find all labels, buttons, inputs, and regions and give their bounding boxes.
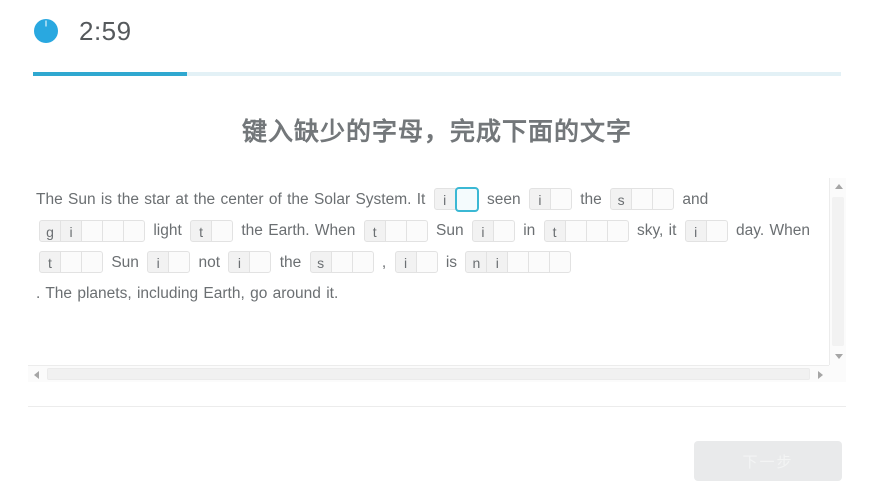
cloze-text-run: , bbox=[381, 253, 387, 271]
cloze-text-run: in bbox=[523, 222, 536, 240]
letter-hint-cell: s bbox=[309, 251, 332, 274]
scroll-right-button[interactable] bbox=[812, 366, 829, 383]
letter-input-group[interactable]: gi bbox=[39, 215, 145, 246]
letter-input-cell[interactable] bbox=[585, 219, 608, 242]
letter-input-cell[interactable] bbox=[351, 251, 374, 274]
letter-input-group[interactable]: ni bbox=[465, 246, 572, 277]
cloze-scroll-area: The Sun is the star at the center of the… bbox=[28, 178, 828, 364]
letter-input-group[interactable]: s bbox=[309, 246, 374, 277]
letter-input-cell[interactable] bbox=[211, 219, 234, 242]
letter-input-cell[interactable] bbox=[330, 251, 353, 274]
letter-input-cell[interactable] bbox=[492, 219, 515, 242]
cloze-text-run: not bbox=[198, 253, 221, 271]
letter-input-cell[interactable] bbox=[60, 251, 82, 274]
scroll-down-button[interactable] bbox=[830, 348, 847, 365]
arrow-down-icon bbox=[834, 354, 843, 359]
letter-hint-cell: t bbox=[363, 219, 386, 242]
letter-input-group[interactable]: i bbox=[528, 183, 572, 214]
cloze-text-run: is bbox=[445, 253, 458, 271]
cloze-text-run: day. bbox=[736, 222, 765, 240]
letter-input-cell[interactable] bbox=[606, 219, 629, 242]
letter-hint-cell: i bbox=[684, 219, 707, 242]
letter-hint-cell: i bbox=[60, 219, 82, 242]
arrow-left-icon bbox=[34, 370, 39, 379]
letter-hint-cell: s bbox=[610, 188, 633, 211]
letter-hint-cell: i bbox=[394, 251, 417, 274]
letter-input-cell[interactable] bbox=[631, 188, 654, 211]
arrow-up-icon bbox=[834, 184, 843, 189]
cloze-text-run: . The planets, including Earth, go aroun… bbox=[36, 285, 339, 303]
cloze-text-run: seen bbox=[486, 191, 521, 208]
letter-input-cell[interactable] bbox=[454, 186, 479, 212]
letter-input-group[interactable]: t bbox=[190, 215, 234, 246]
scroll-up-button[interactable] bbox=[830, 178, 847, 195]
letter-input-cell[interactable] bbox=[549, 251, 572, 274]
letter-input-group[interactable]: i bbox=[394, 246, 438, 277]
letter-input-group[interactable]: i bbox=[433, 183, 479, 214]
scrollbar-corner bbox=[829, 365, 846, 382]
next-button[interactable]: 下一步 bbox=[694, 441, 842, 481]
letter-input-cell[interactable] bbox=[123, 219, 145, 242]
arrow-right-icon bbox=[818, 370, 823, 379]
footer-divider bbox=[28, 406, 846, 407]
horizontal-scrollbar[interactable] bbox=[28, 365, 829, 382]
letter-input-cell[interactable] bbox=[384, 219, 407, 242]
cloze-text-run: When bbox=[769, 222, 811, 240]
letter-input-cell[interactable] bbox=[81, 219, 103, 242]
exercise-panel: The Sun is the star at the center of the… bbox=[28, 178, 846, 382]
cloze-text-run: and bbox=[682, 191, 709, 208]
letter-input-cell[interactable] bbox=[507, 251, 530, 274]
letter-input-cell[interactable] bbox=[405, 219, 428, 242]
letter-hint-cell: i bbox=[486, 251, 509, 274]
letter-input-cell[interactable] bbox=[168, 251, 191, 274]
letter-input-cell[interactable] bbox=[549, 188, 572, 211]
letter-input-cell[interactable] bbox=[102, 219, 124, 242]
letter-input-group[interactable]: i bbox=[684, 215, 728, 246]
cloze-text: The Sun is the star at the center of the… bbox=[36, 184, 820, 309]
vertical-scroll-thumb[interactable] bbox=[832, 197, 844, 346]
cloze-text-run: sky, it bbox=[636, 222, 677, 240]
cloze-text-run: light bbox=[153, 222, 182, 240]
progress-bar-fill bbox=[33, 72, 187, 76]
letter-hint-cell: t bbox=[190, 219, 213, 242]
letter-hint-cell: i bbox=[471, 219, 494, 242]
cloze-text-run: the Earth. When bbox=[241, 222, 356, 240]
letter-hint-cell: t bbox=[39, 251, 61, 274]
letter-input-group[interactable]: i bbox=[228, 246, 272, 277]
letter-input-group[interactable]: s bbox=[610, 183, 675, 214]
letter-input-group[interactable]: t bbox=[363, 215, 428, 246]
clock-icon bbox=[33, 18, 59, 44]
letter-input-cell[interactable] bbox=[705, 219, 728, 242]
letter-input-cell[interactable] bbox=[249, 251, 272, 274]
letter-hint-cell: i bbox=[433, 188, 456, 211]
letter-input-group[interactable]: t bbox=[543, 215, 629, 246]
letter-hint-cell: g bbox=[39, 219, 61, 242]
letter-input-cell[interactable] bbox=[415, 251, 438, 274]
letter-input-group[interactable]: t bbox=[39, 246, 103, 277]
cloze-text-run: Sun bbox=[436, 222, 464, 240]
letter-input-cell[interactable] bbox=[564, 219, 587, 242]
horizontal-scroll-thumb[interactable] bbox=[47, 368, 810, 380]
letter-input-cell[interactable] bbox=[81, 251, 103, 274]
scroll-left-button[interactable] bbox=[28, 366, 45, 383]
vertical-scrollbar[interactable] bbox=[829, 178, 846, 365]
progress-bar bbox=[33, 72, 841, 76]
cloze-text-run: the bbox=[580, 191, 602, 208]
letter-input-group[interactable]: i bbox=[471, 215, 515, 246]
letter-hint-cell: i bbox=[528, 188, 551, 211]
letter-hint-cell: t bbox=[543, 219, 566, 242]
letter-input-group[interactable]: i bbox=[147, 246, 191, 277]
letter-hint-cell: i bbox=[147, 251, 170, 274]
letter-hint-cell: n bbox=[465, 251, 488, 274]
letter-hint-cell: i bbox=[228, 251, 251, 274]
letter-input-cell[interactable] bbox=[652, 188, 675, 211]
letter-input-cell[interactable] bbox=[528, 251, 551, 274]
timer-bar: 2:59 bbox=[0, 0, 874, 46]
timer-value: 2:59 bbox=[79, 16, 132, 46]
cloze-text-run: Sun bbox=[111, 253, 139, 271]
cloze-text-run: The Sun is the star at the center of the… bbox=[36, 191, 426, 208]
page-title: 键入缺少的字母，完成下面的文字 bbox=[241, 118, 632, 146]
cloze-text-run: the bbox=[279, 253, 302, 271]
